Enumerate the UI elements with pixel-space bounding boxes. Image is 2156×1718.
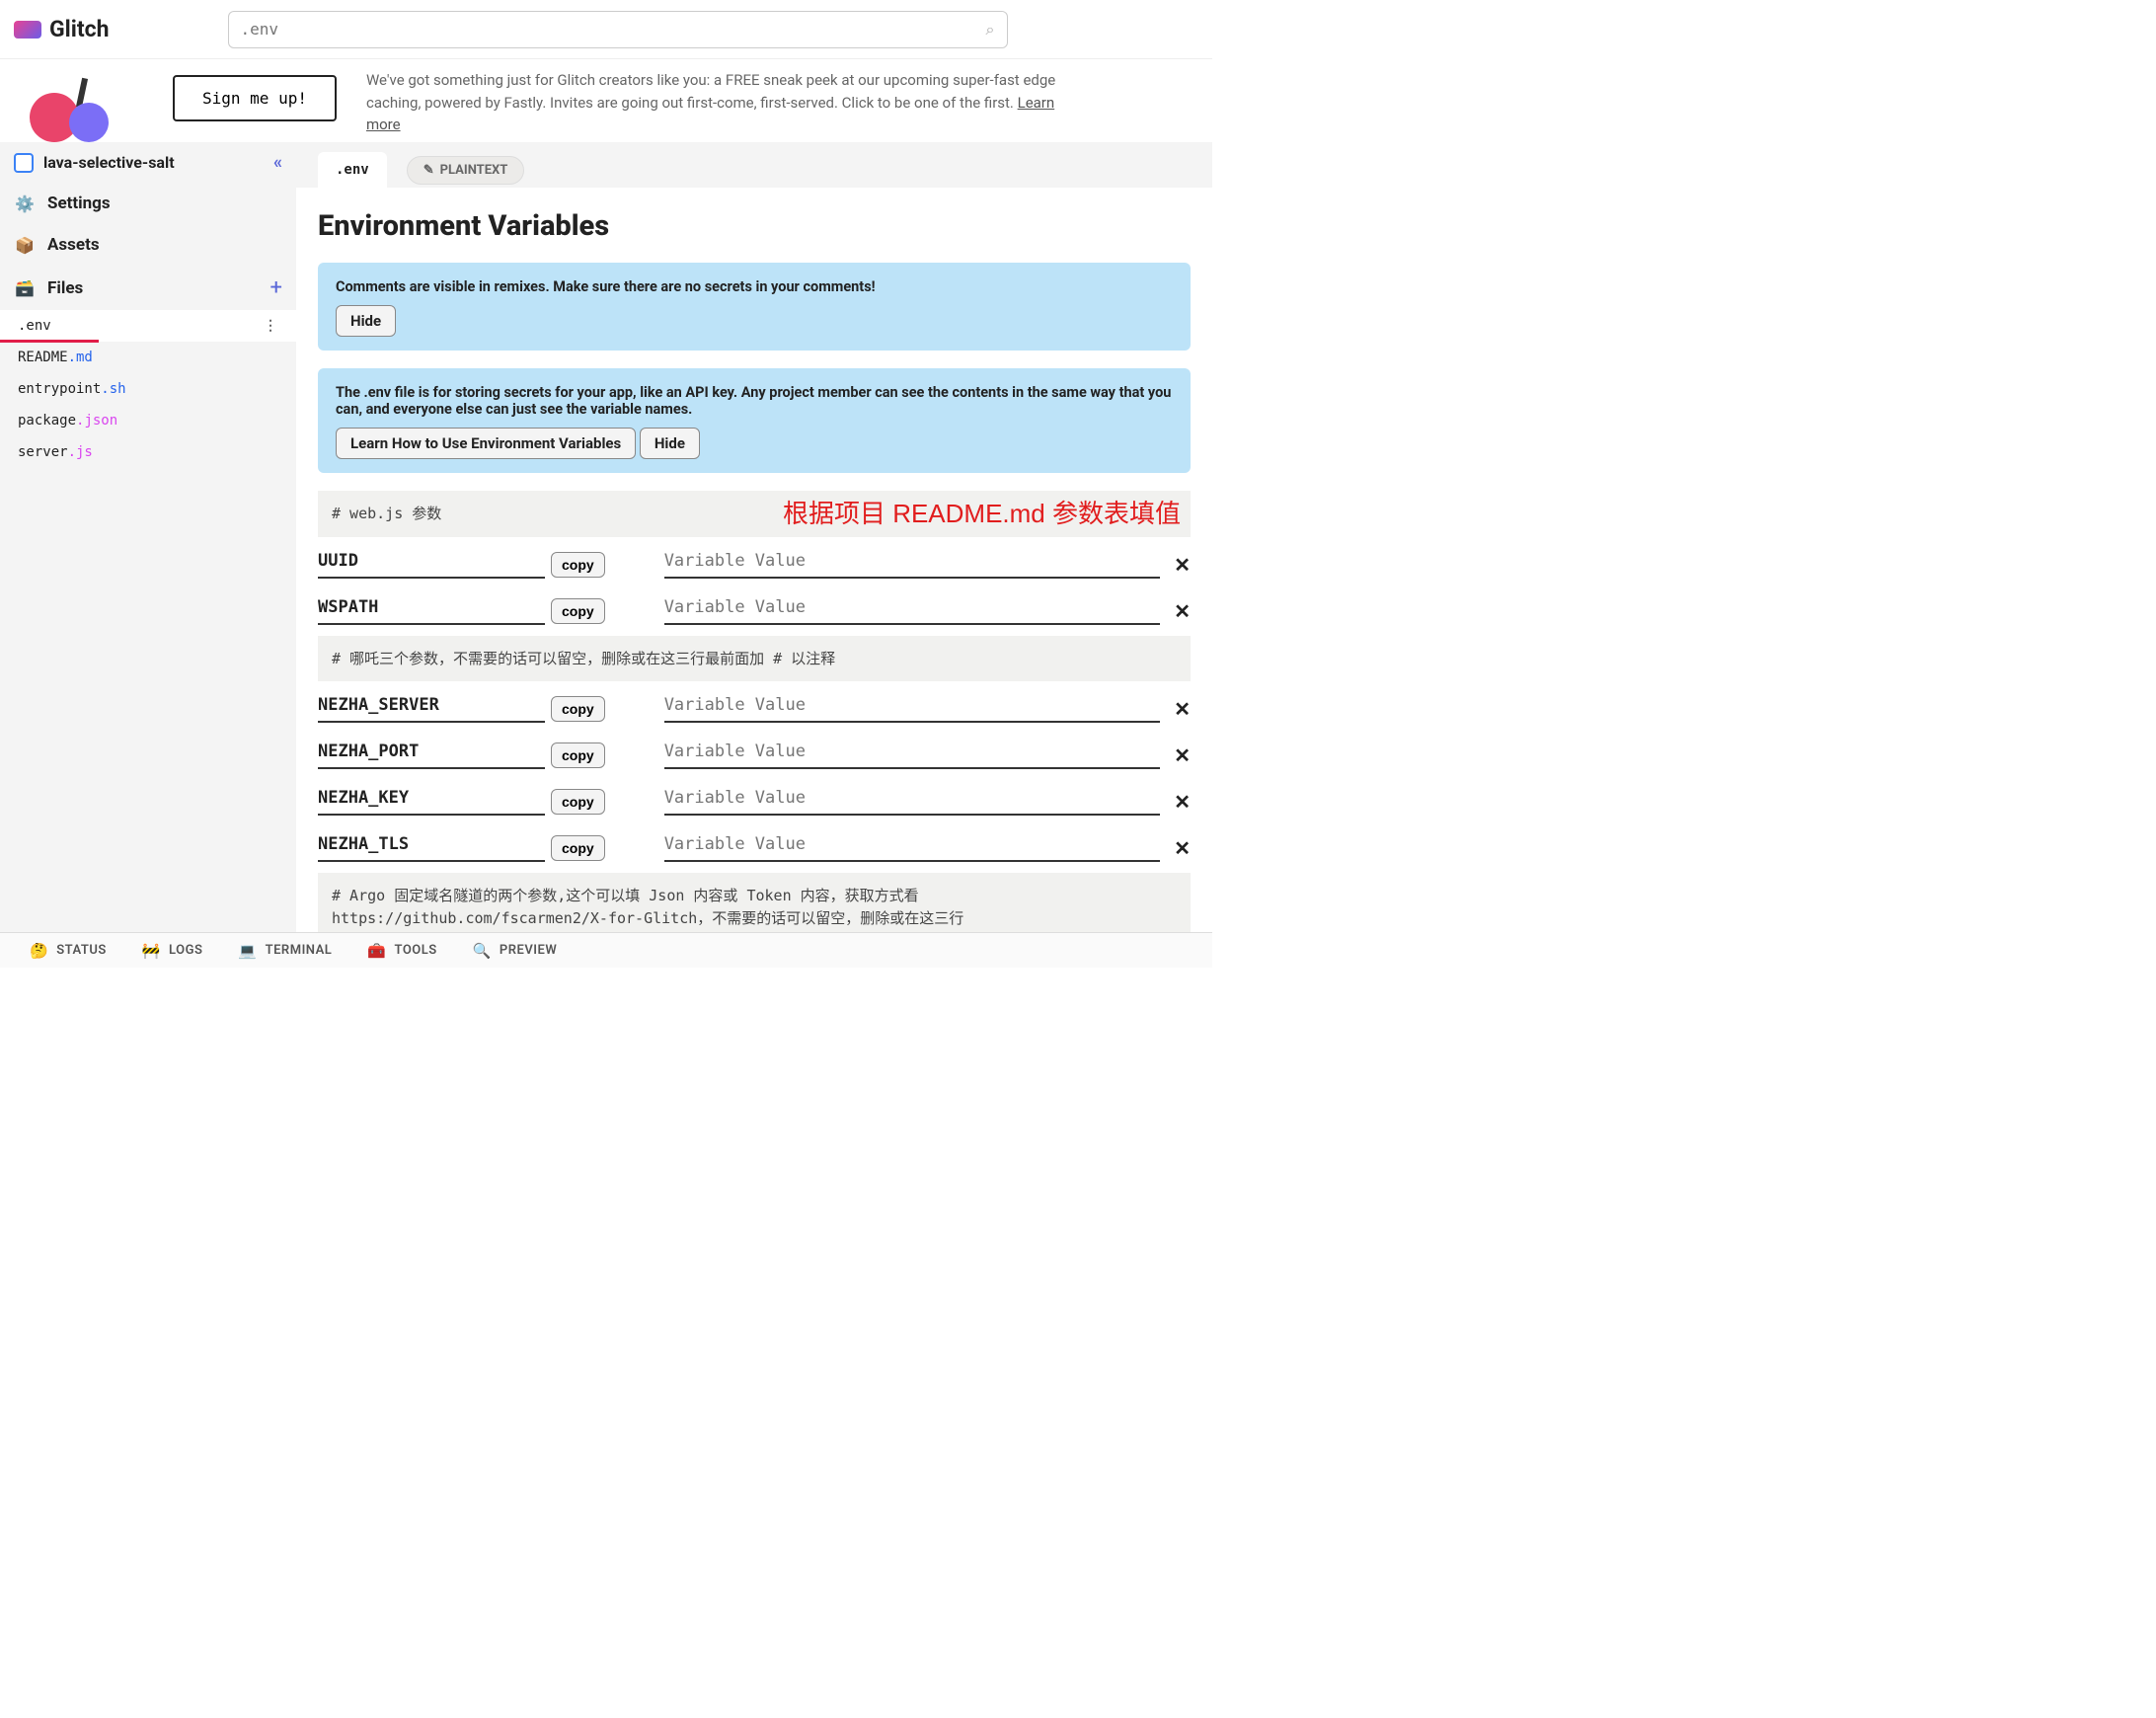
file-item[interactable]: server.js [0, 436, 296, 468]
env-row: UUIDcopy ✕ [318, 543, 1191, 589]
env-row: NEZHA_KEYcopy ✕ [318, 780, 1191, 826]
comment-argo: # Argo 固定域名隧道的两个参数,这个可以填 Json 内容或 Token … [318, 873, 1191, 932]
comment-nezha: # 哪吒三个参数，不需要的话可以留空，删除或在这三行最前面加 # 以注释 [318, 636, 1191, 682]
hide-button-2[interactable]: Hide [640, 428, 700, 459]
delete-icon[interactable]: ✕ [1174, 599, 1191, 623]
status-label: STATUS [56, 943, 107, 958]
file-item[interactable]: .env⋮ [0, 310, 296, 342]
bottom-bar: 🤔 STATUS 🚧 LOGS 💻 TERMINAL 🧰 TOOLS 🔍 PREVIEW [0, 932, 1212, 968]
search-input[interactable] [241, 20, 986, 39]
page-title: Environment Variables [318, 209, 1191, 243]
env-var-name: NEZHA_KEY [318, 788, 545, 816]
red-annotation: 根据项目 README.md 参数表填值 [783, 495, 1181, 533]
illustration [20, 73, 133, 142]
copy-button[interactable]: copy [551, 789, 605, 815]
env-var-name: NEZHA_TLS [318, 834, 545, 862]
banner-text: We've got something just for Glitch crea… [366, 69, 1057, 136]
signup-button[interactable]: Sign me up! [173, 75, 337, 121]
env-var-name: NEZHA_SERVER [318, 695, 545, 723]
barrier-icon: 🚧 [142, 942, 161, 960]
env-row: NEZHA_TLScopy ✕ [318, 826, 1191, 873]
delete-icon[interactable]: ✕ [1174, 790, 1191, 814]
alert-env-info: The .env file is for storing secrets for… [318, 368, 1191, 473]
settings-label: Settings [47, 194, 111, 213]
thinking-icon: 🤔 [30, 942, 48, 960]
env-var-value[interactable] [664, 551, 1161, 579]
env-var-name: NEZHA_PORT [318, 742, 545, 769]
preview-label: PREVIEW [500, 943, 557, 958]
file-item[interactable]: README.md [0, 342, 296, 373]
brand-text: Glitch [49, 16, 110, 42]
promo-banner: Sign me up! We've got something just for… [0, 59, 1212, 142]
tab-env[interactable]: .env [318, 152, 387, 188]
comment-web-params: # web.js 参数 根据项目 README.md 参数表填值 [318, 491, 1191, 537]
logs-button[interactable]: 🚧 LOGS [142, 942, 203, 960]
env-var-value[interactable] [664, 695, 1161, 723]
gear-icon: ⚙️ [14, 193, 36, 214]
pencil-icon: ✎ [424, 163, 434, 178]
env-var-value[interactable] [664, 742, 1161, 769]
hide-button[interactable]: Hide [336, 305, 396, 337]
copy-button[interactable]: copy [551, 552, 605, 578]
search-box[interactable]: ⌕ [228, 11, 1008, 48]
env-var-name: WSPATH [318, 597, 545, 625]
learn-env-button[interactable]: Learn How to Use Environment Variables [336, 428, 636, 459]
tools-label: TOOLS [395, 943, 437, 958]
add-file-icon[interactable]: + [270, 275, 282, 300]
delete-icon[interactable]: ✕ [1174, 553, 1191, 577]
files-label: Files [47, 278, 83, 298]
banner-text-body: We've got something just for Glitch crea… [366, 71, 1055, 112]
file-item[interactable]: package.json [0, 405, 296, 436]
sidebar-item-assets[interactable]: 📦 Assets [0, 224, 296, 266]
env-row: WSPATHcopy ✕ [318, 589, 1191, 636]
logs-label: LOGS [169, 943, 202, 958]
file-item[interactable]: entrypoint.sh [0, 373, 296, 405]
alert-env-text: The .env file is for storing secrets for… [336, 384, 1171, 418]
collapse-icon[interactable]: « [273, 152, 282, 173]
project-name: lava-selective-salt [43, 153, 175, 172]
tools-button[interactable]: 🧰 TOOLS [367, 942, 436, 960]
status-button[interactable]: 🤔 STATUS [30, 942, 107, 960]
env-var-name: UUID [318, 551, 545, 579]
tab-row: .env ✎ PLAINTEXT [296, 142, 1212, 188]
env-row: NEZHA_PORTcopy ✕ [318, 734, 1191, 780]
toolbox-icon: 🧰 [367, 942, 386, 960]
env-var-value[interactable] [664, 597, 1161, 625]
preview-button[interactable]: 🔍 PREVIEW [473, 942, 558, 960]
copy-button[interactable]: copy [551, 598, 605, 624]
env-var-value[interactable] [664, 834, 1161, 862]
plaintext-pill[interactable]: ✎ PLAINTEXT [407, 156, 525, 185]
tray-icon: 🗃️ [14, 277, 36, 299]
copy-button[interactable]: copy [551, 742, 605, 768]
sidebar-item-settings[interactable]: ⚙️ Settings [0, 183, 296, 224]
terminal-button[interactable]: 💻 TERMINAL [238, 942, 332, 960]
copy-button[interactable]: copy [551, 696, 605, 722]
sidebar: lava-selective-salt « ⚙️ Settings 📦 Asse… [0, 142, 296, 932]
copy-button[interactable]: copy [551, 835, 605, 861]
alert-comments: Comments are visible in remixes. Make su… [318, 263, 1191, 351]
terminal-label: TERMINAL [266, 943, 333, 958]
pill-label: PLAINTEXT [440, 163, 508, 178]
project-row[interactable]: lava-selective-salt « [0, 142, 296, 183]
sidebar-item-files[interactable]: 🗃️ Files + [0, 266, 296, 310]
magnifier-icon: 🔍 [473, 942, 492, 960]
box-icon: 📦 [14, 234, 36, 256]
delete-icon[interactable]: ✕ [1174, 743, 1191, 767]
assets-label: Assets [47, 235, 100, 255]
delete-icon[interactable]: ✕ [1174, 697, 1191, 721]
search-icon[interactable]: ⌕ [986, 20, 995, 39]
env-row: NEZHA_SERVERcopy ✕ [318, 687, 1191, 734]
comment1-text: # web.js 参数 [332, 505, 441, 522]
logo[interactable]: Glitch [14, 16, 110, 42]
env-var-value[interactable] [664, 788, 1161, 816]
project-icon [14, 153, 34, 173]
file-menu-icon[interactable]: ⋮ [264, 318, 278, 334]
alert-comments-text: Comments are visible in remixes. Make su… [336, 278, 876, 295]
laptop-icon: 💻 [238, 942, 257, 960]
delete-icon[interactable]: ✕ [1174, 836, 1191, 860]
glitch-icon [14, 21, 41, 39]
file-list: .env⋮README.mdentrypoint.shpackage.jsons… [0, 310, 296, 468]
